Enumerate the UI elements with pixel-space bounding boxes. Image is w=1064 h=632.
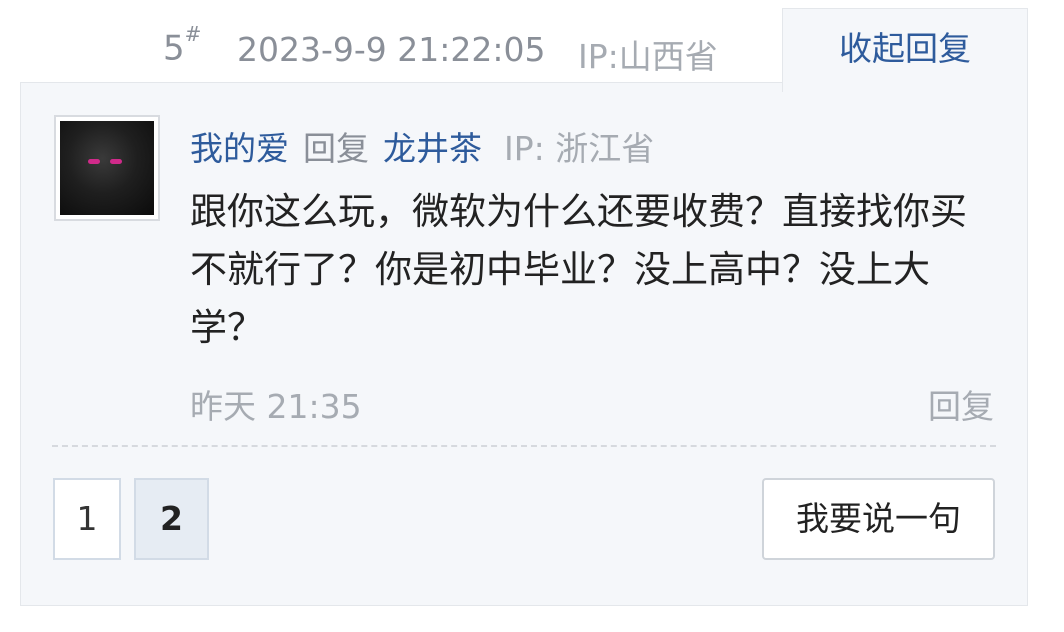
reply-content: 跟你这么玩，微软为什么还要收费？直接找你买不就行了？你是初中毕业？没上高中？没上… <box>190 190 967 349</box>
page-button-2[interactable]: 2 <box>134 478 209 560</box>
post-timestamp: 2023-9-9 21:22:05 <box>237 30 546 69</box>
divider <box>52 445 996 447</box>
reply-header: 我的爱 回复 龙井茶 IP: 浙江省 <box>190 122 654 170</box>
reply-time: 昨天 21:35 <box>190 387 362 426</box>
say-something-button[interactable]: 我要说一句 <box>762 478 995 560</box>
avatar[interactable] <box>54 115 160 221</box>
floor-number: 5# <box>163 22 202 69</box>
reply-button[interactable]: 回复 <box>928 380 994 428</box>
avatar-eye-left <box>88 159 100 164</box>
reply-author-link[interactable]: 我的爱 <box>190 129 289 168</box>
user-avatar-icon <box>60 121 154 215</box>
avatar-eye-right <box>110 159 122 164</box>
post-ip-location: IP:山西省 <box>578 37 718 76</box>
reply-action-label: 回复 <box>303 129 369 168</box>
page-button-1[interactable]: 1 <box>53 478 121 560</box>
collapse-replies-button[interactable]: 收起回复 <box>782 8 1028 92</box>
reply-ip-location: IP: 浙江省 <box>504 129 655 168</box>
reply-target-link[interactable]: 龙井茶 <box>383 129 482 168</box>
